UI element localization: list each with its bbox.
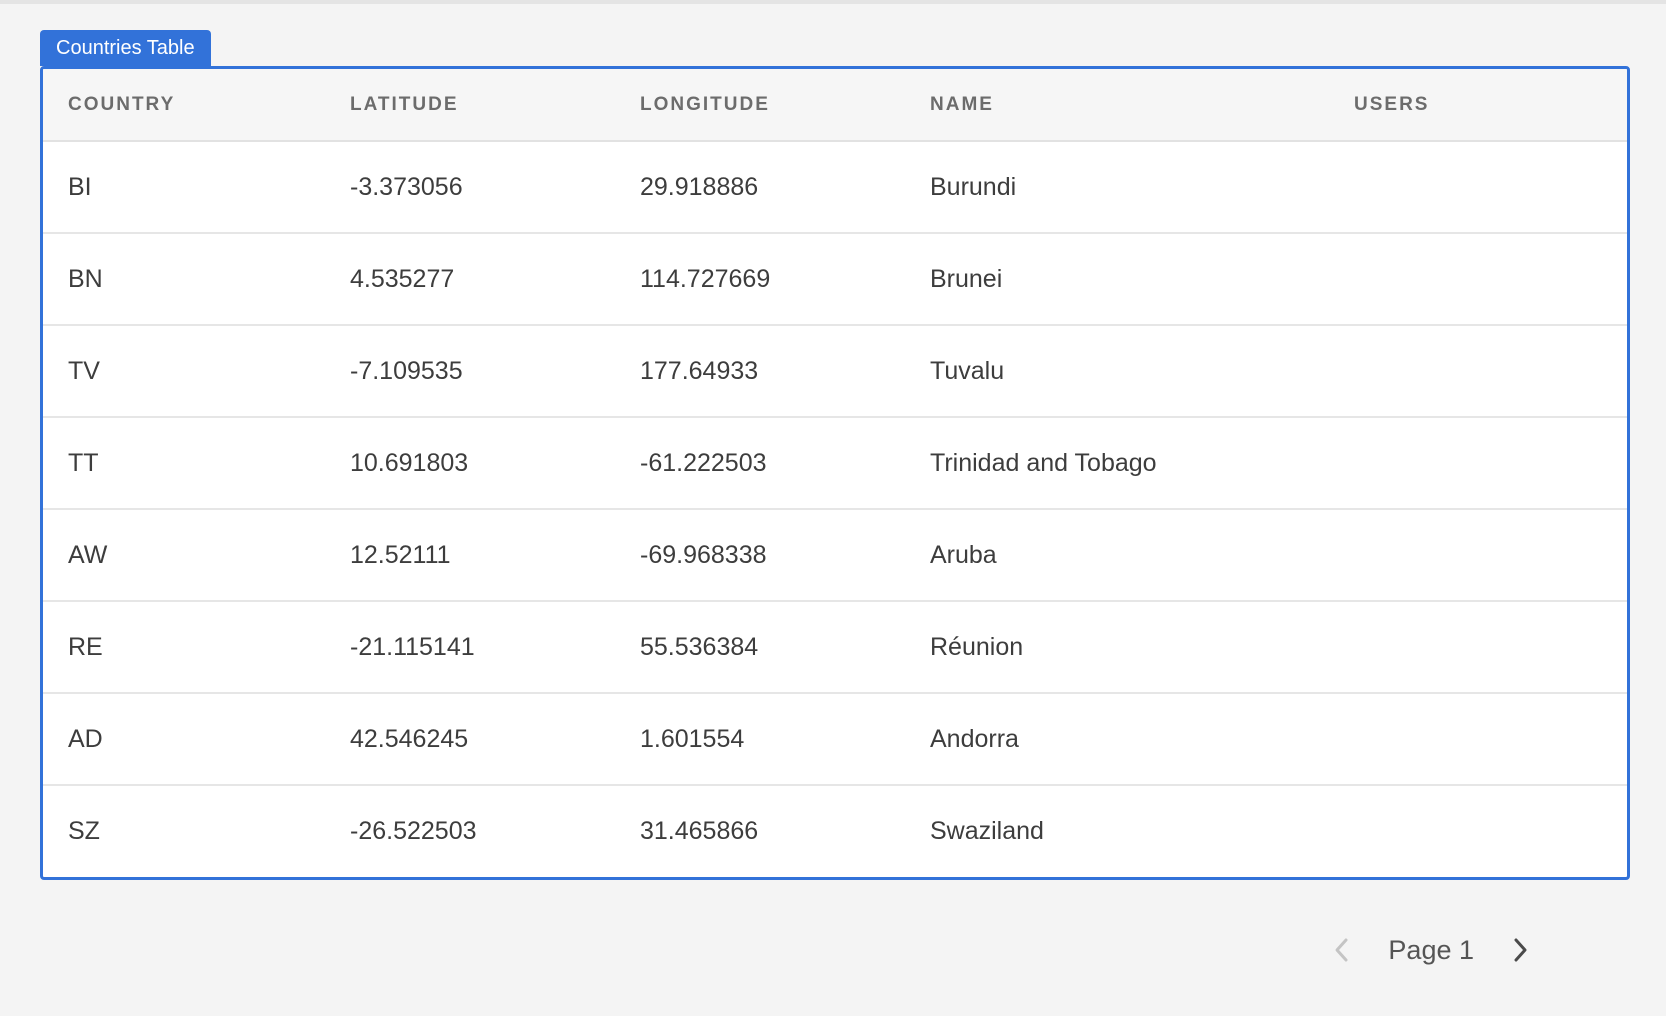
cell-latitude: -21.115141: [325, 601, 615, 694]
column-header-country[interactable]: COUNTRY: [43, 69, 325, 142]
cell-users: [1329, 141, 1627, 234]
cell-country: BI: [43, 141, 325, 234]
table-row[interactable]: AW 12.52111 -69.968338 Aruba: [43, 509, 1627, 602]
table: COUNTRY LATITUDE LONGITUDE NAME USERS BI…: [43, 69, 1627, 877]
cell-country: AD: [43, 693, 325, 786]
table-row[interactable]: BN 4.535277 114.727669 Brunei: [43, 233, 1627, 326]
cell-latitude: 10.691803: [325, 417, 615, 510]
widget-title-tag: Countries Table: [40, 30, 211, 66]
cell-users: [1329, 417, 1627, 510]
cell-users: [1329, 325, 1627, 418]
pagination: Page 1: [1324, 930, 1538, 970]
column-header-longitude[interactable]: LONGITUDE: [615, 69, 905, 142]
cell-country: SZ: [68, 817, 100, 845]
cell-longitude: 29.918886: [615, 141, 905, 234]
table-row[interactable]: AD 42.546245 1.601554 Andorra: [43, 693, 1627, 786]
cell-country: BN: [43, 233, 325, 326]
cell-latitude: -3.373056: [325, 141, 615, 234]
cell-users: [1329, 601, 1627, 694]
cell-latitude: 42.546245: [325, 693, 615, 786]
cell-longitude: 31.465866: [640, 817, 759, 845]
cell-country: AW: [43, 509, 325, 602]
cell-users: [1329, 509, 1627, 602]
cell-name: Trinidad and Tobago: [905, 417, 1329, 510]
cell-name: Aruba: [905, 509, 1329, 602]
table-body: BI -3.373056 29.918886 Burundi BN 4.5352…: [43, 141, 1627, 877]
cell-name: Andorra: [905, 693, 1329, 786]
cell-country: TT: [43, 417, 325, 510]
cell-users: [1329, 233, 1627, 326]
cell-name: Brunei: [905, 233, 1329, 326]
cell-country: RE: [43, 601, 325, 694]
cell-longitude: -69.968338: [615, 509, 905, 602]
next-page-button[interactable]: [1502, 932, 1538, 968]
column-header-latitude[interactable]: LATITUDE: [325, 69, 615, 142]
table-row[interactable]: TV -7.109535 177.64933 Tuvalu: [43, 325, 1627, 418]
cell-name: Swaziland: [930, 817, 1044, 845]
top-divider: [0, 0, 1666, 4]
cell-latitude: -26.522503: [350, 817, 477, 845]
cell-longitude: 55.536384: [615, 601, 905, 694]
chevron-left-icon: [1335, 938, 1348, 962]
cell-longitude: 1.601554: [615, 693, 905, 786]
cell-longitude: 177.64933: [615, 325, 905, 418]
cell-latitude: 4.535277: [325, 233, 615, 326]
header-row: COUNTRY LATITUDE LONGITUDE NAME USERS: [43, 69, 1627, 142]
table-row[interactable]: RE -21.115141 55.536384 Réunion: [43, 601, 1627, 694]
cell-users: [1329, 785, 1627, 877]
column-header-name[interactable]: NAME: [905, 69, 1329, 142]
cell-longitude: -61.222503: [615, 417, 905, 510]
cell-name: Burundi: [905, 141, 1329, 234]
prev-page-button[interactable]: [1324, 932, 1360, 968]
cell-users: [1329, 693, 1627, 786]
column-header-users[interactable]: USERS: [1329, 69, 1627, 142]
cell-latitude: -7.109535: [325, 325, 615, 418]
cell-latitude: 12.52111: [325, 509, 615, 602]
page-indicator: Page 1: [1388, 934, 1474, 965]
cell-longitude: 114.727669: [615, 233, 905, 326]
chevron-right-icon: [1514, 938, 1527, 962]
table-row[interactable]: BI -3.373056 29.918886 Burundi: [43, 141, 1627, 234]
table-row[interactable]: TT 10.691803 -61.222503 Trinidad and Tob…: [43, 417, 1627, 510]
table-header: COUNTRY LATITUDE LONGITUDE NAME USERS: [43, 69, 1627, 142]
countries-table: COUNTRY LATITUDE LONGITUDE NAME USERS BI…: [40, 66, 1630, 880]
cell-name: Tuvalu: [905, 325, 1329, 418]
table-row[interactable]: SZ -26.522503 31.465866 Swaziland: [43, 785, 1627, 877]
cell-country: TV: [43, 325, 325, 418]
cell-name: Réunion: [905, 601, 1329, 694]
